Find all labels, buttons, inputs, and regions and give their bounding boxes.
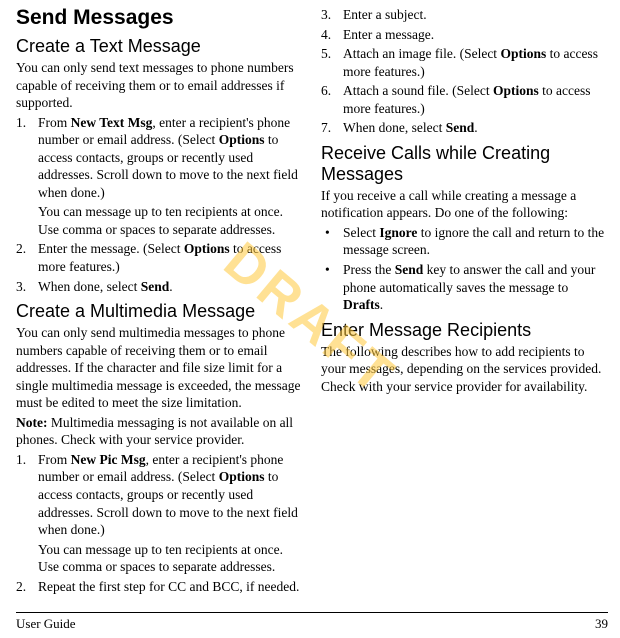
text: . <box>380 297 383 312</box>
page-footer: User Guide 39 <box>16 612 608 632</box>
text-bold: Send <box>446 120 475 135</box>
text: Press the <box>343 262 395 277</box>
intro-create-text: You can only send text messages to phone… <box>16 59 303 112</box>
list-item: From New Pic Msg, enter a recipient's ph… <box>16 451 303 539</box>
list-item: Press the Send key to answer the call an… <box>321 261 608 314</box>
text-bold: Options <box>219 132 265 147</box>
bullets-receive-calls: Select Ignore to ignore the call and ret… <box>321 224 608 314</box>
text-bold: Options <box>184 241 230 256</box>
text: . <box>474 120 477 135</box>
list-item: Enter the message. (Select Options to ac… <box>16 240 303 275</box>
footer-page-number: 39 <box>595 616 608 632</box>
list-item: Attach a sound file. (Select Options to … <box>321 82 608 117</box>
list-item: When done, select Send. <box>321 119 608 137</box>
text: . <box>169 279 172 294</box>
sub-paragraph: You can message up to ten recipients at … <box>16 203 303 238</box>
steps-create-text-cont: Enter the message. (Select Options to ac… <box>16 240 303 295</box>
text: When done, select <box>38 279 141 294</box>
text-bold: Drafts <box>343 297 380 312</box>
text-bold: Options <box>219 469 265 484</box>
list-item: Attach an image file. (Select Options to… <box>321 45 608 80</box>
steps-create-multimedia: From New Pic Msg, enter a recipient's ph… <box>16 451 303 539</box>
note-label: Note: <box>16 415 47 430</box>
page-content: Send Messages Create a Text Message You … <box>0 0 620 600</box>
list-item: Select Ignore to ignore the call and ret… <box>321 224 608 259</box>
heading-enter-recipients: Enter Message Recipients <box>321 320 608 341</box>
text-bold: Options <box>493 83 539 98</box>
text-bold: Options <box>500 46 546 61</box>
list-item: Repeat the first step for CC and BCC, if… <box>16 578 303 596</box>
steps-create-text: From New Text Msg, enter a recipient's p… <box>16 114 303 202</box>
heading-create-text: Create a Text Message <box>16 36 303 57</box>
text: Attach an image file. (Select <box>343 46 500 61</box>
text-bold: New Pic Msg <box>71 452 146 467</box>
intro-receive-calls: If you receive a call while creating a m… <box>321 187 608 222</box>
text: From <box>38 452 71 467</box>
text: Attach a sound file. (Select <box>343 83 493 98</box>
list-item: From New Text Msg, enter a recipient's p… <box>16 114 303 202</box>
sub-paragraph: You can message up to ten recipients at … <box>16 541 303 576</box>
list-item: Enter a message. <box>321 26 608 44</box>
text: When done, select <box>343 120 446 135</box>
note-text: Multimedia messaging is not available on… <box>16 415 293 448</box>
note-multimedia: Note: Multimedia messaging is not availa… <box>16 414 303 449</box>
heading-create-multimedia: Create a Multimedia Message <box>16 301 303 322</box>
page-title: Send Messages <box>16 6 303 30</box>
text-bold: Send <box>141 279 170 294</box>
footer-left: User Guide <box>16 616 76 632</box>
text: Select <box>343 225 379 240</box>
text-bold: Ignore <box>379 225 417 240</box>
text-bold: New Text Msg <box>71 115 153 130</box>
heading-receive-calls: Receive Calls while Creating Messages <box>321 143 608 185</box>
intro-create-multimedia: You can only send multimedia messages to… <box>16 324 303 412</box>
intro-enter-recipients: The following describes how to add recip… <box>321 343 608 396</box>
text: From <box>38 115 71 130</box>
list-item: When done, select Send. <box>16 278 303 296</box>
text: Enter the message. (Select <box>38 241 184 256</box>
list-item: Enter a subject. <box>321 6 608 24</box>
text-bold: Send <box>395 262 424 277</box>
